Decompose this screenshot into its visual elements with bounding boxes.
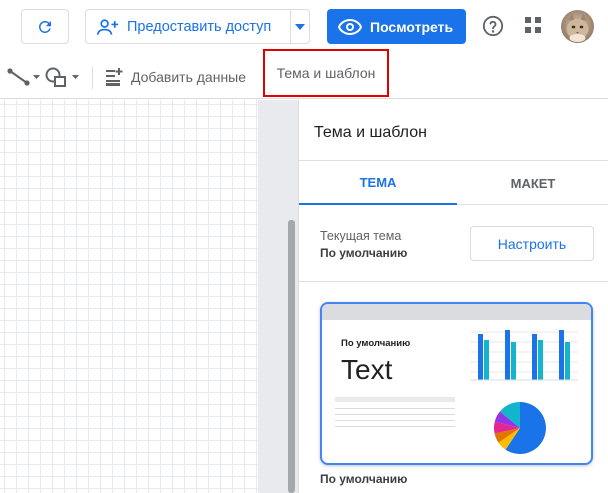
add-data-button[interactable]: Добавить данные <box>104 64 246 90</box>
pie-chart-preview-icon <box>494 402 546 454</box>
theme-panel: Тема и шаблон ТЕМА МАКЕТ Текущая тема По… <box>298 100 608 493</box>
share-button[interactable]: Предоставить доступ <box>85 9 290 44</box>
caret-down-icon <box>295 23 305 30</box>
line-tool-icon[interactable] <box>6 66 40 88</box>
cat-avatar-image <box>561 10 594 43</box>
view-button-label: Посмотреть <box>370 18 454 35</box>
editor-toolbar: Добавить данные Тема и шаблон <box>0 49 608 99</box>
canvas-scrollbar[interactable] <box>288 220 295 493</box>
user-avatar[interactable] <box>561 10 594 43</box>
shape-tool-icon[interactable] <box>44 66 80 88</box>
theme-and-layout-label: Тема и шаблон <box>276 65 376 81</box>
panel-title: Тема и шаблон <box>314 124 427 141</box>
refresh-icon <box>38 20 51 33</box>
panel-tabs: ТЕМА МАКЕТ <box>299 160 608 205</box>
add-data-label: Добавить данные <box>131 69 247 85</box>
eye-icon <box>338 18 362 35</box>
theme-card-caption: По умолчанию <box>320 472 408 486</box>
theme-card-header <box>322 304 591 320</box>
view-button[interactable]: Посмотреть <box>327 9 466 44</box>
add-person-icon <box>97 18 119 35</box>
apps-grid-icon[interactable] <box>525 17 541 33</box>
top-toolbar: Предоставить доступ Посмотреть <box>0 0 608 56</box>
theme-card-table-preview <box>335 397 455 432</box>
share-button-label: Предоставить доступ <box>127 18 272 35</box>
current-theme-label: Текущая тема <box>320 229 402 243</box>
bar-chart-preview-icon <box>470 330 578 381</box>
tab-layout[interactable]: МАКЕТ <box>457 161 608 205</box>
theme-card-sample-text: Text <box>341 354 393 385</box>
theme-and-layout-button[interactable]: Тема и шаблон <box>263 49 389 97</box>
section-divider <box>299 281 608 282</box>
theme-card-name: По умолчанию <box>341 338 411 349</box>
refresh-button[interactable] <box>21 9 69 44</box>
help-circle-icon[interactable] <box>482 15 504 37</box>
tab-theme[interactable]: ТЕМА <box>299 161 457 205</box>
share-dropdown-button[interactable] <box>290 9 310 44</box>
theme-card-default[interactable]: По умолчанию Text <box>320 302 593 465</box>
report-canvas[interactable] <box>0 100 258 493</box>
current-theme-value: По умолчанию <box>320 246 408 260</box>
customize-button[interactable]: Настроить <box>470 226 594 261</box>
toolbar-divider <box>92 67 93 89</box>
add-data-icon <box>106 68 123 86</box>
